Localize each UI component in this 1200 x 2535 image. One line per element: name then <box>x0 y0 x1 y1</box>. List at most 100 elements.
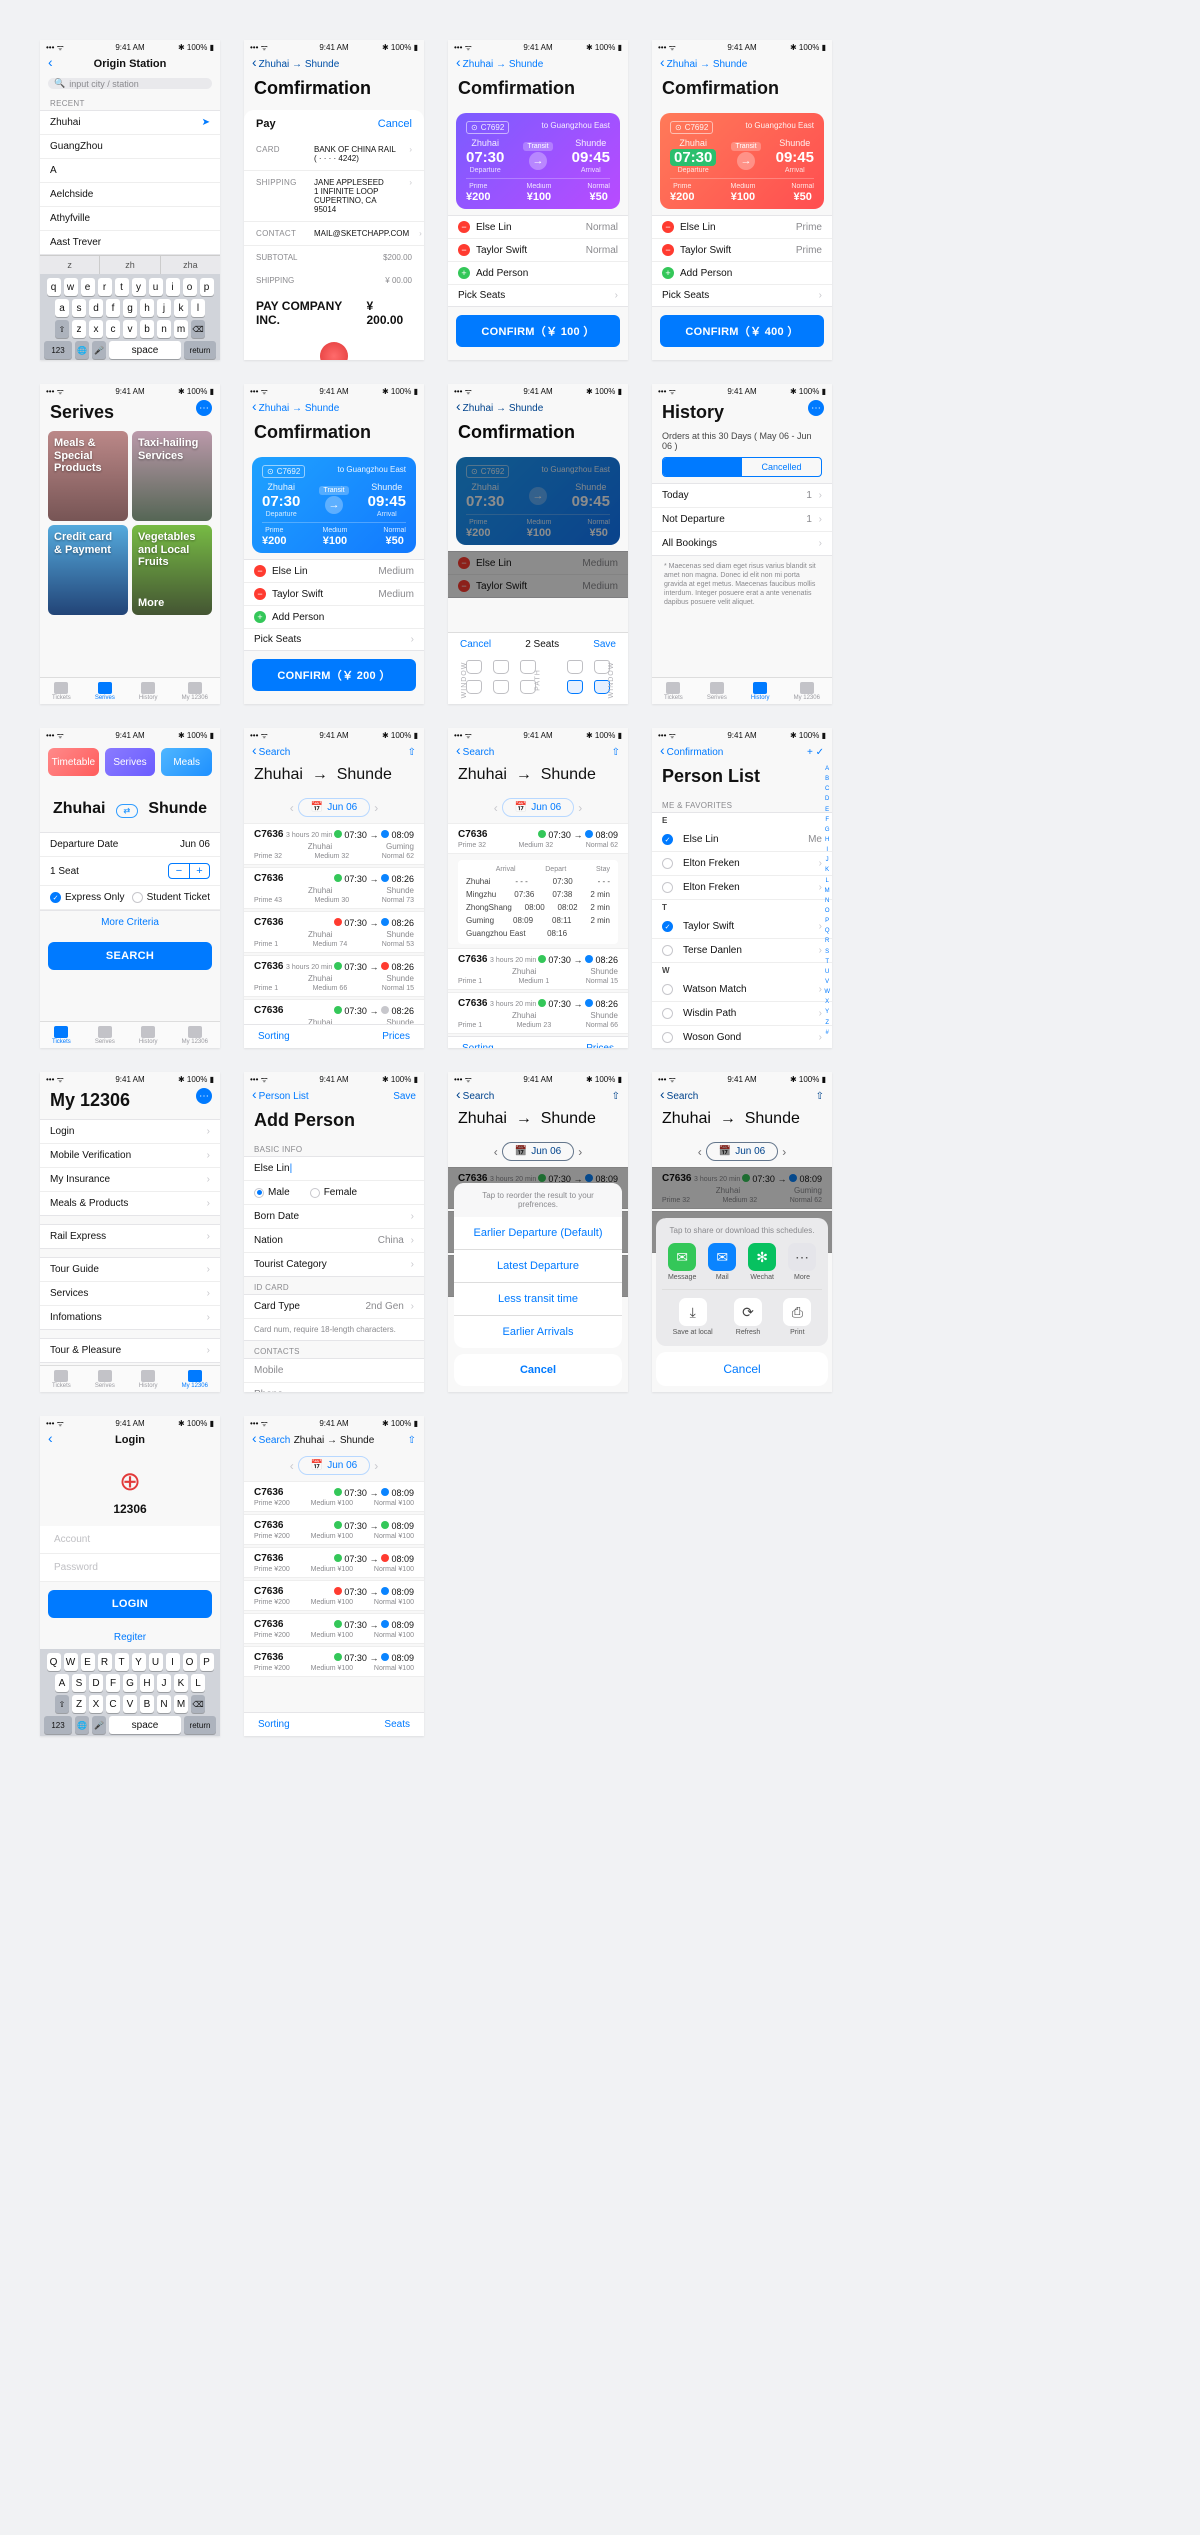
list-item[interactable]: Tour & Pleasure› <box>40 1339 220 1362</box>
result-row[interactable]: C7636 07:30 → 08:09 Prime ¥200Medium ¥10… <box>244 1547 424 1578</box>
checkbox-express[interactable]: ✓ <box>50 892 61 903</box>
checkbox[interactable]: ✓ <box>662 834 673 845</box>
pill-meals[interactable]: Meals <box>161 748 212 776</box>
sort-option[interactable]: Less transit time <box>454 1283 622 1316</box>
result-row[interactable]: C7636 07:30 → 08:09 Prime ¥200Medium ¥10… <box>244 1481 424 1512</box>
search-input[interactable]: 🔍 input city / station <box>48 78 212 89</box>
list-item[interactable]: Tour Guide› <box>40 1258 220 1282</box>
passenger-row[interactable]: −Taylor SwiftMedium <box>244 583 424 606</box>
keyboard-candidates[interactable]: zzhzha <box>40 255 220 274</box>
person-row[interactable]: Wisdin Path› <box>652 1002 832 1026</box>
sorting-button[interactable]: Sorting <box>462 1043 494 1048</box>
passenger-row[interactable]: −Else LinNormal <box>448 216 628 239</box>
list-item[interactable]: Infomations› <box>40 1306 220 1329</box>
tab-services[interactable]: Serives <box>707 682 727 701</box>
register-link[interactable]: Regiter <box>40 1626 220 1649</box>
index-strip[interactable]: ABCDEFGHIJKLMNOPQRSTUVWXYZ# <box>824 764 830 1038</box>
seat[interactable] <box>567 660 583 674</box>
back-button[interactable]: Search <box>252 747 290 758</box>
result-row[interactable]: C7636 3 hours 20 min 07:30 → 08:09 Zhuha… <box>652 1167 832 1209</box>
tab-my[interactable]: My 12306 <box>182 1026 208 1045</box>
tab-services[interactable]: Serives <box>95 1026 115 1045</box>
login-button[interactable]: LOGIN <box>48 1590 212 1618</box>
result-row[interactable]: C7636 07:30 → 08:26 ZhuhaiShunde Prime 4… <box>244 867 424 909</box>
list-item[interactable]: Rail Express› <box>40 1225 220 1248</box>
add-button[interactable]: + ✓ <box>807 747 824 758</box>
person-row[interactable]: Terse Danlen› <box>652 939 832 963</box>
tab-my[interactable]: My 12306 <box>794 682 820 701</box>
remove-icon[interactable]: − <box>458 221 470 233</box>
swap-icon[interactable]: ⇄ <box>116 804 138 818</box>
globe-key[interactable]: 🌐 <box>75 341 89 359</box>
segment-control[interactable]: Cancelled <box>662 457 822 477</box>
result-row[interactable]: C7636 3 hours 20 min 07:30 → 08:09 Zhuha… <box>244 823 424 865</box>
list-item[interactable]: GuangZhou <box>40 135 220 159</box>
confirm-button[interactable]: CONFIRM（￥ 400 ） <box>660 315 824 347</box>
person-row[interactable]: Woson Gond› <box>652 1026 832 1048</box>
share-action[interactable]: ⟳Refresh <box>734 1298 762 1336</box>
back-button[interactable]: Zhuhai → Shunde <box>456 59 543 70</box>
tab-tickets[interactable]: Tickets <box>52 682 71 701</box>
mic-key[interactable]: 🎤 <box>92 341 106 359</box>
share-app-mail[interactable]: ✉Mail <box>708 1243 736 1281</box>
add-person-button[interactable]: +Add Person <box>448 262 628 285</box>
checkbox[interactable] <box>662 945 673 956</box>
checkbox[interactable]: ✓ <box>662 921 673 932</box>
chat-icon[interactable]: ⋯ <box>196 1088 212 1104</box>
save-button[interactable]: Save <box>593 639 616 650</box>
tab-tickets[interactable]: Tickets <box>52 1026 71 1045</box>
cancel-button[interactable]: Cancel <box>378 118 412 130</box>
sorting-button[interactable]: Sorting <box>258 1719 290 1730</box>
keyboard[interactable]: QWERTYUIOP ASDFGHJKL ⇧ZXCVBNM⌫ 123🌐🎤spac… <box>40 1649 220 1736</box>
seat[interactable] <box>466 660 482 674</box>
confirm-button[interactable]: CONFIRM（￥ 100 ） <box>456 315 620 347</box>
add-person-button[interactable]: +Add Person <box>244 606 424 629</box>
tab-my[interactable]: My 12306 <box>182 1370 208 1389</box>
checkbox[interactable] <box>662 882 673 893</box>
checkbox[interactable] <box>662 858 673 869</box>
prices-button[interactable]: Prices <box>586 1043 614 1048</box>
account-input[interactable]: Account <box>40 1526 220 1554</box>
numbers-key[interactable]: 123 <box>44 341 72 359</box>
result-row[interactable]: C7636 07:30 → 08:09 Prime ¥200Medium ¥10… <box>244 1514 424 1545</box>
touch-id[interactable]: Pay with Touch ID <box>244 334 424 360</box>
mobile-input[interactable]: Mobile <box>244 1359 424 1383</box>
pill-services[interactable]: Serives <box>105 748 156 776</box>
born-date-row[interactable]: Born Date› <box>244 1205 424 1229</box>
tab-tickets[interactable]: Tickets <box>52 1370 71 1389</box>
tab-tickets[interactable]: Tickets <box>664 682 683 701</box>
more-criteria-link[interactable]: More Criteria <box>40 911 220 934</box>
person-row[interactable]: Watson Match› <box>652 978 832 1002</box>
result-row[interactable]: C7636 07:30 → 08:26 ZhuhaiShunde Prime 1… <box>244 999 424 1024</box>
pay-card-row[interactable]: CARDBANK OF CHINA RAIL( · · · · 4242)› <box>244 138 424 171</box>
back-button[interactable]: Confirmation <box>660 747 723 758</box>
seat[interactable] <box>493 680 509 694</box>
seat[interactable] <box>493 660 509 674</box>
passenger-row[interactable]: −Taylor SwiftNormal <box>448 239 628 262</box>
confirm-button[interactable]: CONFIRM（￥ 200 ） <box>252 659 416 691</box>
list-item[interactable]: Aast Trever <box>40 231 220 254</box>
result-row[interactable]: C7636 07:30 → 08:26 ZhuhaiShunde Prime 1… <box>244 911 424 953</box>
passenger-row[interactable]: −Else LinMedium <box>244 560 424 583</box>
back-button[interactable] <box>48 59 55 70</box>
tile-payment[interactable]: Credit card & Payment <box>48 525 128 615</box>
tab-history[interactable]: History <box>751 682 770 701</box>
minus-icon[interactable]: − <box>169 864 189 878</box>
card-type-row[interactable]: Card Type2nd Gen › <box>244 1295 424 1319</box>
card-num-input[interactable]: Card num, require 18-length characters. <box>244 1319 424 1340</box>
share-icon[interactable]: ⇧ <box>612 747 620 758</box>
share-action[interactable]: ⤓Save at local <box>673 1298 713 1336</box>
sort-option[interactable]: Earlier Arrivals <box>454 1316 622 1348</box>
sort-option[interactable]: Latest Departure <box>454 1250 622 1283</box>
tab-history[interactable]: History <box>139 1026 158 1045</box>
tourist-row[interactable]: Tourist Category› <box>244 1253 424 1276</box>
chat-icon[interactable]: ⋯ <box>196 400 212 416</box>
share-icon[interactable]: ⇧ <box>408 747 416 758</box>
share-action[interactable]: ⎙Print <box>783 1298 811 1336</box>
pick-seats-button[interactable]: Pick Seats› <box>448 285 628 306</box>
nation-row[interactable]: NationChina › <box>244 1229 424 1253</box>
list-item[interactable]: Not Departure1 › <box>652 508 832 532</box>
back-button[interactable]: Zhuhai → Shunde <box>252 403 339 414</box>
back-button[interactable] <box>48 1435 55 1446</box>
list-item[interactable]: Services› <box>40 1282 220 1306</box>
